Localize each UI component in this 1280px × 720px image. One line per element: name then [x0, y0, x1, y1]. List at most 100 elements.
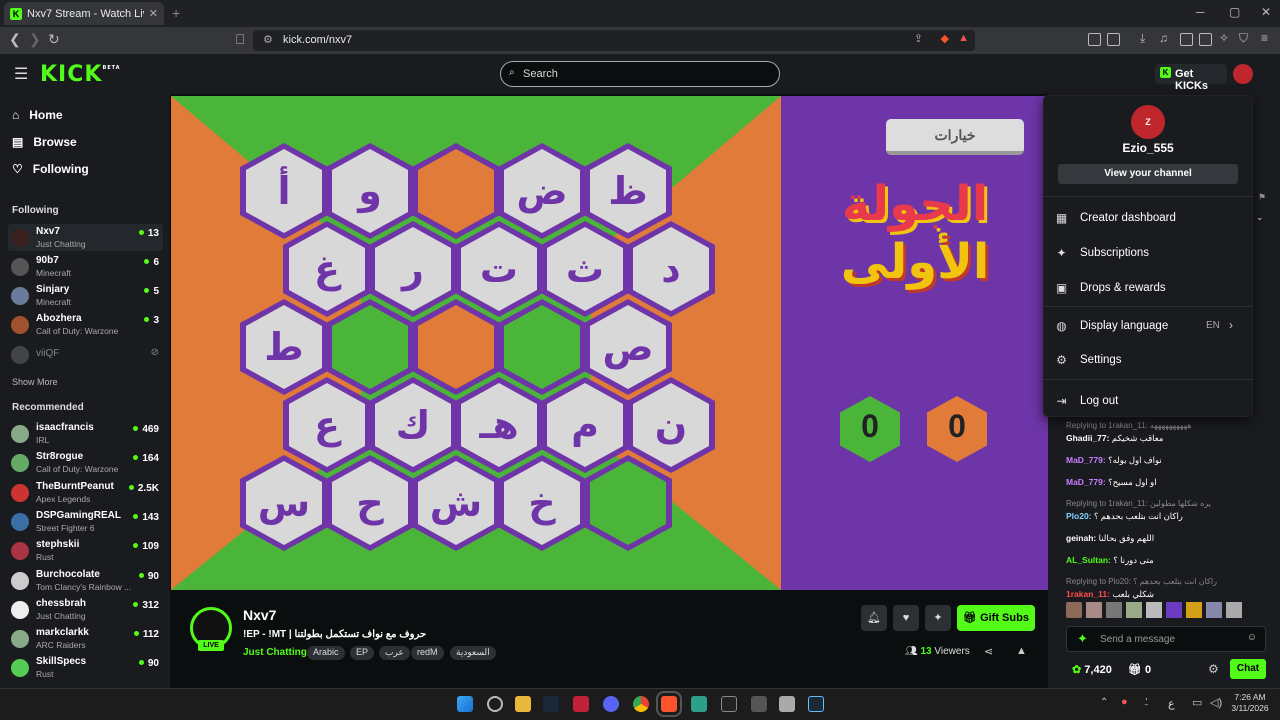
- user-avatar[interactable]: [1233, 64, 1253, 84]
- brave-icon[interactable]: [656, 691, 682, 717]
- channel-item-viiqf[interactable]: viiQF ⊘: [8, 341, 163, 368]
- app-icon[interactable]: [779, 696, 795, 712]
- kick-logo[interactable]: KICKBETA: [40, 62, 121, 87]
- browser-menu-icon[interactable]: ≡: [1261, 31, 1274, 45]
- volume-icon[interactable]: ◁): [1210, 696, 1222, 709]
- capcut-icon[interactable]: [721, 696, 737, 712]
- options-button[interactable]: خيارات: [886, 119, 1024, 155]
- channel-item-abozhera[interactable]: Abozhera Call of Duty: Warzone 3: [8, 311, 163, 338]
- emoji-icon[interactable]: ☺: [1247, 632, 1257, 643]
- share-stream-icon[interactable]: ⋖: [984, 645, 993, 658]
- chat-username[interactable]: geinah:: [1066, 533, 1096, 543]
- emote[interactable]: [1126, 602, 1142, 618]
- chat-username[interactable]: 1rakan_11:: [1066, 589, 1110, 599]
- menu-item-creator-dashboard[interactable]: ▦ Creator dashboard: [1055, 211, 1176, 225]
- chat-reply-context[interactable]: Replying to 1rakan_11: يره شكلها مطولين: [1066, 499, 1266, 508]
- app-icon[interactable]: [573, 696, 589, 712]
- channel-item-sinjary[interactable]: Sinjary Minecraft 5: [8, 282, 163, 309]
- close-tab-icon[interactable]: ✕: [149, 7, 158, 20]
- chat-reply-context[interactable]: Replying to Plo20: راكان انت بتلعب بحدهم…: [1066, 577, 1266, 586]
- channel-item-chessbrah[interactable]: chessbrah Just Chatting 312: [8, 596, 163, 623]
- follow-heart-icon[interactable]: ♥: [893, 605, 919, 631]
- stream-tag[interactable]: عرب: [379, 646, 410, 660]
- site-info-icon[interactable]: ⚙: [263, 33, 273, 46]
- settings-app-icon[interactable]: [487, 696, 503, 712]
- search-input[interactable]: ⌕ Search: [500, 61, 780, 87]
- clock[interactable]: 7:26 AM 3/11/2026: [1228, 692, 1272, 714]
- channel-item-isaacfrancis[interactable]: isaacfrancis IRL 469: [8, 420, 163, 447]
- notification-bell-icon[interactable]: 🔔︎: [861, 605, 887, 631]
- stream-tag[interactable]: السعودية: [450, 646, 496, 660]
- media-icon[interactable]: ♫: [1159, 31, 1172, 45]
- sidebar-item-browse[interactable]: ▤ Browse: [12, 135, 77, 149]
- stream-category[interactable]: Just Chatting: [243, 647, 307, 658]
- get-kicks-button[interactable]: K Get KICKs: [1155, 64, 1227, 92]
- chat-message-input[interactable]: ✦ Send a message ☺: [1066, 626, 1266, 652]
- chrome-icon[interactable]: [633, 696, 649, 712]
- chat-username[interactable]: MaD_779:: [1066, 477, 1106, 487]
- channel-item-90b7[interactable]: 90b7 Minecraft 6: [8, 253, 163, 280]
- close-window-icon[interactable]: ✕: [1261, 5, 1271, 19]
- sidebar-item-following[interactable]: ♡ Following: [12, 162, 89, 176]
- menu-item-display-language[interactable]: ◍ Display language: [1055, 319, 1168, 333]
- stream-tag[interactable]: redM: [411, 646, 444, 660]
- sidebar-item-home[interactable]: ⌂ Home: [12, 108, 63, 122]
- streamer-name[interactable]: Nxv7: [243, 607, 276, 623]
- channel-item-skillspecs[interactable]: SkillSpecs Rust 90: [8, 654, 163, 681]
- menu-item-settings[interactable]: ⚙ Settings: [1055, 353, 1121, 367]
- back-icon[interactable]: ❮: [9, 31, 21, 48]
- report-icon[interactable]: ▲: [1016, 645, 1027, 657]
- tray-app-icon[interactable]: ●: [1121, 696, 1128, 708]
- microphone-icon[interactable]: ⍘: [1143, 696, 1150, 709]
- hamburger-menu-icon[interactable]: ☰: [14, 64, 28, 84]
- discord-icon[interactable]: [603, 696, 619, 712]
- stream-tag[interactable]: Arabic: [307, 646, 345, 660]
- emote[interactable]: [1186, 602, 1202, 618]
- chat-send-button[interactable]: Chat: [1230, 659, 1266, 679]
- vpn-icon[interactable]: ⛉: [1239, 31, 1252, 45]
- menu-item-drops-rewards[interactable]: ▣ Drops & rewards: [1055, 281, 1166, 295]
- menu-item-subscriptions[interactable]: ✦ Subscriptions: [1055, 246, 1149, 260]
- channel-item-burchocolate[interactable]: Burchocolate Tom Clancy's Rainbow ... 90: [8, 567, 163, 594]
- menu-item-log-out[interactable]: ⇥ Log out: [1055, 394, 1118, 408]
- chat-settings-icon[interactable]: ⚙: [1208, 662, 1219, 676]
- pin-icon[interactable]: ⚑: [1258, 192, 1266, 203]
- new-tab-icon[interactable]: +: [172, 5, 180, 21]
- chat-username[interactable]: Plo20:: [1066, 511, 1092, 521]
- gift-balance[interactable]: 🎁︎ 0: [1128, 663, 1151, 676]
- brave-shield-icon[interactable]: ◆: [941, 32, 949, 45]
- bookmark-icon[interactable]: ⎕: [236, 31, 244, 48]
- emote[interactable]: [1226, 602, 1242, 618]
- minimize-icon[interactable]: ─: [1196, 5, 1205, 19]
- leo-icon[interactable]: ✧: [1219, 31, 1232, 45]
- chat-username[interactable]: Ghadii_77:: [1066, 433, 1109, 443]
- menu-user-avatar[interactable]: Z: [1131, 105, 1165, 139]
- channel-item-nxv7[interactable]: Nxv7 Just Chatting 13: [8, 224, 163, 251]
- sparkle-icon[interactable]: ✦: [925, 605, 951, 631]
- sidebar-icon[interactable]: [1180, 33, 1193, 46]
- chat-username[interactable]: AL_Sultan:: [1066, 555, 1111, 565]
- emote[interactable]: [1146, 602, 1162, 618]
- address-bar[interactable]: ⚙ kick.com/nxv7 ⇪ ◆ ▲: [253, 30, 975, 51]
- channel-item-stephskii[interactable]: stephskii Rust 109: [8, 537, 163, 564]
- steam-icon[interactable]: [808, 696, 824, 712]
- emote[interactable]: [1086, 602, 1102, 618]
- emote[interactable]: [1206, 602, 1222, 618]
- tab-search-icon[interactable]: [1107, 33, 1120, 46]
- chat-username[interactable]: MaD_779:: [1066, 455, 1106, 465]
- share-icon[interactable]: ⇪: [914, 32, 923, 45]
- channel-item-markclarkk[interactable]: markclarkk ARC Raiders 112: [8, 625, 163, 652]
- channel-item-dspgamingreal[interactable]: DSPGamingREAL Street Fighter 6 143: [8, 508, 163, 535]
- forward-icon[interactable]: ❯: [29, 31, 41, 48]
- kicks-balance[interactable]: ✿ 7,420: [1072, 663, 1112, 676]
- downloads-icon[interactable]: ⤓: [1140, 31, 1153, 45]
- network-icon[interactable]: ▭: [1192, 696, 1202, 709]
- view-channel-button[interactable]: View your channel: [1058, 164, 1238, 184]
- emote[interactable]: [1066, 602, 1082, 618]
- channel-item-theburntpeanut[interactable]: TheBurntPeanut Apex Legends 2.5K: [8, 479, 163, 506]
- app-icon[interactable]: [751, 696, 767, 712]
- wallet-icon[interactable]: [1199, 33, 1212, 46]
- show-more-link[interactable]: Show More: [12, 377, 58, 387]
- maximize-icon[interactable]: ▢: [1229, 5, 1240, 19]
- input-language[interactable]: ع: [1168, 697, 1175, 710]
